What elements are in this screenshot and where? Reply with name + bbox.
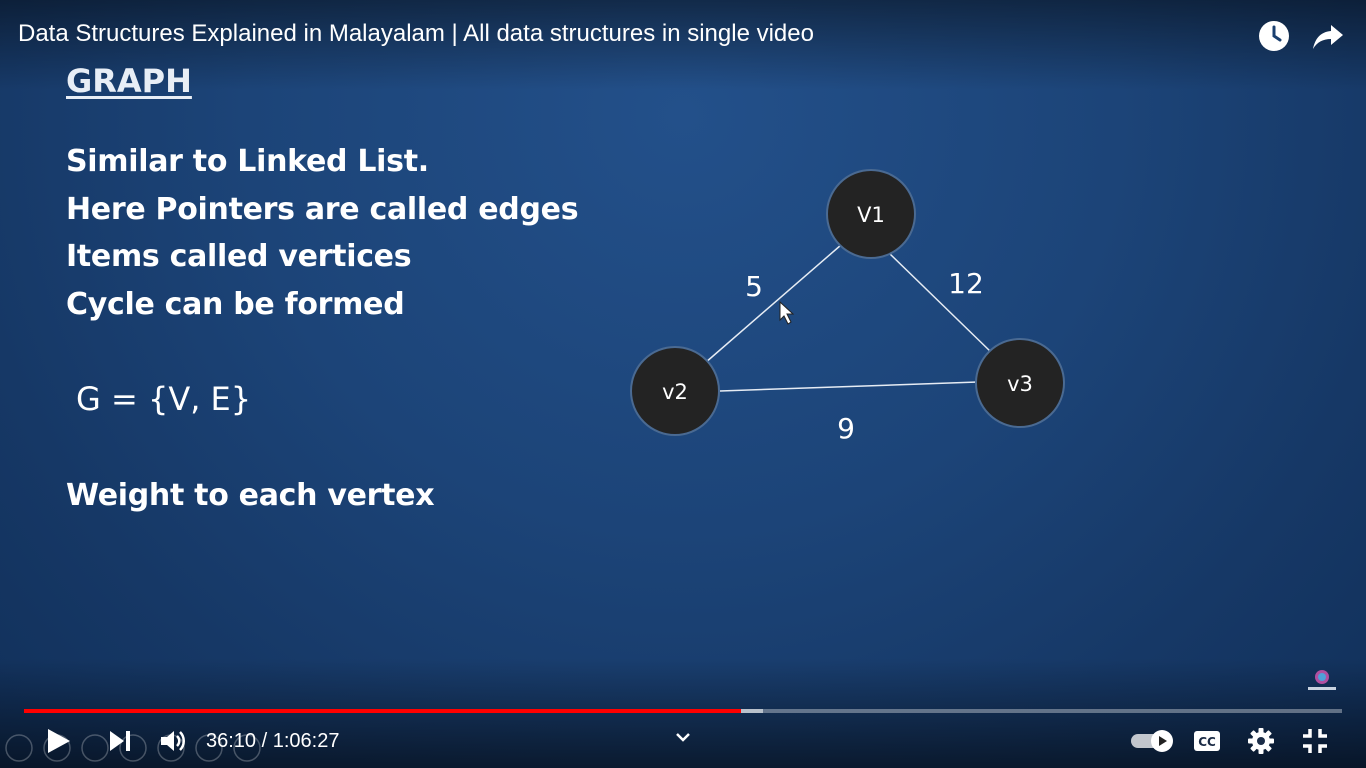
chevron-down-icon[interactable] — [674, 728, 692, 746]
bullet-4: Cycle can be formed — [66, 287, 405, 322]
autoplay-toggle-icon[interactable] — [1130, 729, 1176, 758]
edge-weight-v2-v3: 9 — [837, 412, 855, 445]
vertex-v1: V1 — [826, 169, 916, 259]
mouse-cursor-icon — [779, 300, 795, 325]
vertex-label-v3: v3 — [1007, 372, 1033, 396]
progress-played — [24, 709, 741, 713]
clock-icon[interactable] — [1257, 19, 1291, 53]
bullet-2: Here Pointers are called edges — [66, 192, 579, 227]
share-arrow-icon[interactable] — [1311, 19, 1345, 53]
time-display: 36:10 / 1:06:27 — [206, 730, 340, 752]
exit-fullscreen-icon[interactable] — [1302, 728, 1328, 759]
graph-formula: G = {V, E} — [76, 380, 252, 418]
bullet-3: Items called vertices — [66, 239, 412, 274]
slide-heading: GRAPH — [66, 62, 192, 100]
vertex-v2: v2 — [630, 346, 720, 436]
bullet-1: Similar to Linked List. — [66, 144, 429, 179]
cc-icon[interactable]: CC — [1193, 729, 1221, 758]
play-icon[interactable] — [44, 727, 72, 760]
gear-icon[interactable] — [1247, 727, 1275, 760]
vertex-label-v2: v2 — [662, 380, 688, 404]
vertex-v3: v3 — [975, 338, 1065, 428]
edge-weight-v1-v2: 5 — [745, 270, 763, 303]
edge-v2-v3 — [719, 381, 979, 392]
weight-note: Weight to each vertex — [66, 478, 435, 513]
volume-icon[interactable] — [158, 727, 186, 760]
video-title[interactable]: Data Structures Explained in Malayalam |… — [18, 20, 814, 48]
vertex-label-v1: V1 — [857, 203, 885, 227]
edge-weight-v1-v3: 12 — [948, 267, 984, 300]
channel-watermark[interactable] — [1304, 668, 1340, 694]
progress-bar[interactable] — [24, 709, 1342, 713]
edge-v1-v2 — [704, 244, 842, 364]
graph-diagram: V1 v2 v3 5 12 9 — [630, 169, 1065, 445]
svg-text:CC: CC — [1198, 735, 1216, 749]
next-icon[interactable] — [108, 729, 132, 758]
